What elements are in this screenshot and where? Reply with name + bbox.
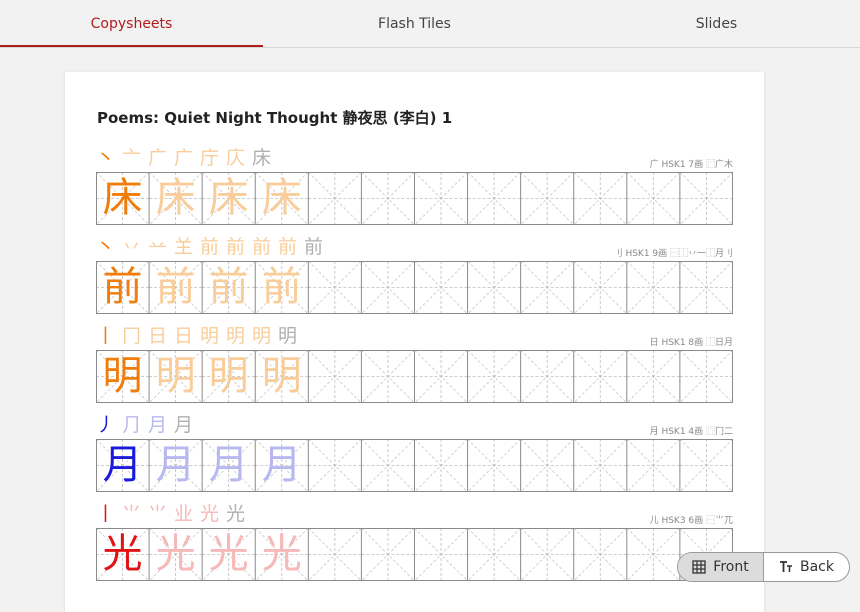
model-character: 床 bbox=[102, 175, 143, 221]
tab-label: Slides bbox=[695, 15, 738, 32]
stroke-step: ⺌ bbox=[122, 503, 142, 525]
trace-character: 前 bbox=[261, 264, 302, 310]
char-row: 丨⺌⺌业光光儿 HSK3 6画 ⿱⺌兀光光光光 bbox=[96, 502, 733, 582]
model-character: 明 bbox=[102, 353, 143, 399]
stroke-step: ⺆ bbox=[122, 414, 142, 436]
stroke-order: 丨⺌⺌业光光 bbox=[96, 502, 396, 526]
stroke-step: 丨 bbox=[96, 503, 116, 525]
stroke-step: 丷 bbox=[122, 236, 142, 258]
stroke-order: 丶丷䒑𦍌前前前前前 bbox=[96, 235, 396, 259]
char-meta: 日 HSK1 8画 ⿰日月 bbox=[649, 338, 733, 348]
trace-character: 床 bbox=[261, 175, 302, 221]
tab-copysheets[interactable]: Copysheets bbox=[0, 0, 263, 47]
stroke-step: 明 bbox=[252, 325, 272, 347]
trace-character: 光 bbox=[261, 531, 302, 577]
stroke-step: 前 bbox=[304, 236, 324, 258]
char-row: 丶亠广广庁庂床广 HSK1 7画 ⿸广木床床床床 bbox=[96, 146, 733, 226]
char-row: 丿⺆月月月 HSK1 4画 ⿵冂二月月月月 bbox=[96, 413, 733, 493]
stroke-order: 丨冂日日明明明明 bbox=[96, 324, 396, 348]
stroke-step: 日 bbox=[148, 325, 168, 347]
stroke-step: 庁 bbox=[200, 147, 220, 169]
trace-character: 月 bbox=[208, 442, 249, 488]
trace-character: 前 bbox=[155, 264, 196, 310]
stroke-step: 明 bbox=[278, 325, 298, 347]
stroke-step: 庂 bbox=[226, 147, 246, 169]
stroke-order: 丿⺆月月 bbox=[96, 413, 396, 437]
stroke-step: 光 bbox=[200, 503, 220, 525]
stroke-step: 䒑 bbox=[148, 236, 168, 258]
stroke-step: 亠 bbox=[122, 147, 142, 169]
stroke-step: 明 bbox=[200, 325, 220, 347]
stroke-step: ⺌ bbox=[148, 503, 168, 525]
stroke-step: 前 bbox=[278, 236, 298, 258]
char-row: 丨冂日日明明明明日 HSK1 8画 ⿰日月明明明明 bbox=[96, 324, 733, 404]
back-button[interactable]: Back bbox=[764, 553, 849, 581]
trace-character: 光 bbox=[208, 531, 249, 577]
char-meta: 儿 HSK3 6画 ⿱⺌兀 bbox=[649, 516, 733, 526]
trace-character: 床 bbox=[208, 175, 249, 221]
trace-character: 月 bbox=[261, 442, 302, 488]
model-character: 前 bbox=[102, 264, 143, 310]
trace-character: 明 bbox=[208, 353, 249, 399]
tab-label: Copysheets bbox=[90, 15, 173, 32]
tab-label: Flash Tiles bbox=[378, 15, 451, 32]
grid-icon bbox=[692, 560, 706, 574]
char-meta: 月 HSK1 4画 ⿵冂二 bbox=[649, 427, 733, 437]
stroke-step: 丶 bbox=[96, 147, 116, 169]
trace-character: 明 bbox=[261, 353, 302, 399]
stroke-step: 光 bbox=[226, 503, 246, 525]
stroke-step: 前 bbox=[226, 236, 246, 258]
trace-character: 床 bbox=[155, 175, 196, 221]
model-character: 光 bbox=[102, 531, 143, 577]
char-meta: 广 HSK1 7画 ⿸广木 bbox=[649, 160, 733, 170]
trace-character: 明 bbox=[155, 353, 196, 399]
front-label: Front bbox=[713, 559, 749, 575]
stroke-step: 丶 bbox=[96, 236, 116, 258]
stroke-step: 广 bbox=[148, 147, 168, 169]
front-button[interactable]: Front bbox=[678, 553, 764, 581]
stroke-step: 冂 bbox=[122, 325, 142, 347]
stroke-step: 𦍌 bbox=[174, 236, 194, 258]
front-back-toggle: Front Back bbox=[677, 552, 850, 582]
back-label: Back bbox=[800, 559, 834, 575]
sheet-title: Poems: Quiet Night Thought 静夜思 (李白) 1 bbox=[97, 109, 453, 127]
stroke-order: 丶亠广广庁庂床 bbox=[96, 146, 396, 170]
tab-flash-tiles[interactable]: Flash Tiles bbox=[283, 0, 546, 47]
stroke-step: 床 bbox=[252, 147, 272, 169]
stroke-step: 明 bbox=[226, 325, 246, 347]
trace-character: 月 bbox=[155, 442, 196, 488]
tab-bar: Copysheets Flash Tiles Slides bbox=[0, 0, 860, 48]
char-meta: 刂 HSK1 9画 ⿱⿰丷一⿰月刂 bbox=[613, 249, 733, 259]
stroke-step: 日 bbox=[174, 325, 194, 347]
trace-character: 光 bbox=[155, 531, 196, 577]
stroke-step: 月 bbox=[174, 414, 194, 436]
stroke-step: 前 bbox=[252, 236, 272, 258]
stroke-step: 月 bbox=[148, 414, 168, 436]
tab-slides[interactable]: Slides bbox=[585, 0, 848, 47]
copysheet-page: Poems: Quiet Night Thought 静夜思 (李白) 1 丶亠… bbox=[65, 72, 764, 612]
text-size-icon bbox=[779, 560, 793, 574]
char-row: 丶丷䒑𦍌前前前前前刂 HSK1 9画 ⿱⿰丷一⿰月刂前前前前 bbox=[96, 235, 733, 315]
trace-character: 前 bbox=[208, 264, 249, 310]
stroke-step: 丨 bbox=[96, 325, 116, 347]
model-character: 月 bbox=[102, 442, 143, 488]
stroke-step: 前 bbox=[200, 236, 220, 258]
active-tab-indicator bbox=[0, 45, 263, 47]
stroke-step: 丿 bbox=[96, 414, 116, 436]
stroke-step: 业 bbox=[174, 503, 194, 525]
stroke-step: 广 bbox=[174, 147, 194, 169]
